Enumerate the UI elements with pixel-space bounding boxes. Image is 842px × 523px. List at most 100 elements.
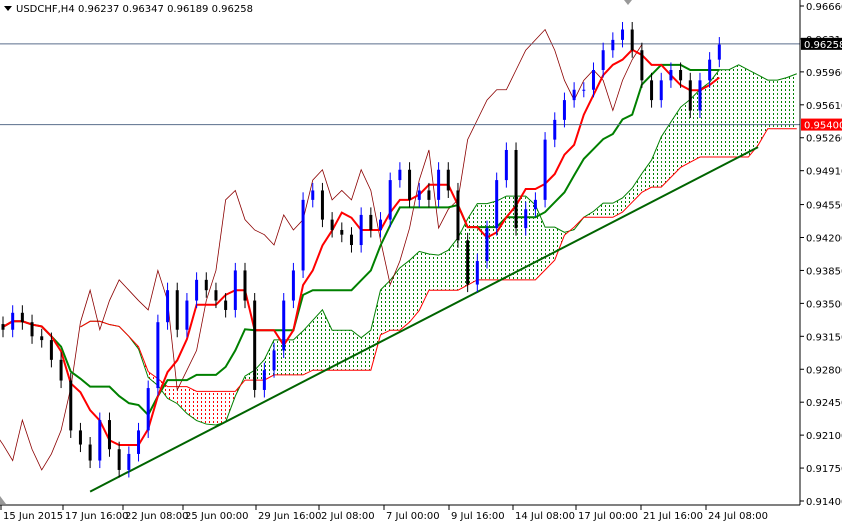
time-tick-label: 29 Jun 16:00 bbox=[258, 511, 322, 522]
time-tick-label: 17 Jul 00:00 bbox=[578, 511, 638, 522]
cloud-segment bbox=[729, 64, 739, 158]
time-tick-label: 21 Jul 16:00 bbox=[643, 511, 703, 522]
price-tick-label: 0.95260 bbox=[806, 134, 842, 145]
candle-body bbox=[214, 290, 218, 301]
candle-body bbox=[601, 50, 605, 70]
candle-body bbox=[504, 149, 508, 181]
candle-body bbox=[388, 180, 392, 220]
price-tick-label: 0.91400 bbox=[806, 497, 842, 508]
cloud-segment bbox=[777, 77, 788, 129]
candle-body bbox=[282, 300, 286, 351]
current-price-text: 0.96258 bbox=[804, 40, 842, 51]
candle-body bbox=[11, 312, 15, 330]
cloud-segment bbox=[787, 73, 797, 129]
candle-body bbox=[166, 290, 170, 323]
current-price-label: 0.96258 bbox=[801, 37, 842, 51]
time-tick-label: 17 Jun 16:00 bbox=[65, 511, 129, 522]
candle-body bbox=[185, 300, 189, 330]
candle-body bbox=[582, 89, 586, 91]
candle-body bbox=[311, 190, 315, 200]
cloud-segment bbox=[748, 69, 759, 158]
candle-body bbox=[369, 214, 373, 230]
level-price-text: 0.95400 bbox=[804, 121, 842, 132]
candle-body bbox=[359, 214, 363, 246]
chart-symbol: USDCHF,H4 bbox=[16, 4, 75, 15]
price-tick-label: 0.91750 bbox=[806, 464, 842, 475]
cloud-segment bbox=[603, 203, 613, 218]
candle-body bbox=[156, 322, 160, 389]
price-chart[interactable]: 0.966600.963100.959600.956100.952600.949… bbox=[0, 0, 842, 523]
candle-body bbox=[408, 169, 412, 200]
candle-body bbox=[640, 50, 644, 81]
time-tick-label: 14 Jul 08:00 bbox=[515, 511, 575, 522]
candle-body bbox=[650, 80, 654, 101]
candle-body bbox=[553, 119, 557, 140]
candle-body bbox=[243, 270, 247, 301]
candle-body bbox=[456, 190, 460, 241]
candle-body bbox=[611, 39, 615, 51]
cloud-segment bbox=[428, 253, 439, 291]
price-tick-label: 0.95960 bbox=[806, 68, 842, 79]
cloud-segment bbox=[399, 260, 410, 331]
price-tick-label: 0.92450 bbox=[806, 398, 842, 409]
candle-body bbox=[524, 209, 528, 229]
candle-body bbox=[514, 149, 518, 229]
level-price-label: 0.95400 bbox=[801, 118, 842, 132]
time-tick-label: 2 Jul 08:00 bbox=[321, 511, 375, 522]
time-tick-label: 24 Jul 08:00 bbox=[708, 511, 768, 522]
time-tick-label: 25 Jun 00:00 bbox=[185, 511, 249, 522]
candle-body bbox=[591, 69, 595, 90]
price-tick-label: 0.95610 bbox=[806, 101, 842, 112]
time-tick-label: 22 Jun 08:00 bbox=[125, 511, 189, 522]
candle-body bbox=[40, 336, 44, 341]
candle-body bbox=[291, 270, 295, 301]
candle-body bbox=[30, 322, 34, 337]
candle-body bbox=[466, 240, 470, 285]
candle-body bbox=[485, 228, 489, 262]
candle-body bbox=[562, 100, 566, 120]
candle-body bbox=[195, 279, 199, 301]
candle-body bbox=[117, 449, 121, 470]
cloud-segment bbox=[438, 250, 449, 291]
candle-body bbox=[437, 169, 441, 200]
candle-body bbox=[572, 89, 576, 101]
price-tick-label: 0.93850 bbox=[806, 266, 842, 277]
candle-body bbox=[543, 139, 547, 200]
candle-body bbox=[127, 453, 131, 470]
candle-body bbox=[349, 234, 353, 246]
price-tick-label: 0.92800 bbox=[806, 365, 842, 376]
candle-body bbox=[59, 359, 63, 381]
candle-body bbox=[427, 190, 431, 200]
cloud-segment bbox=[767, 80, 778, 129]
price-tick-label: 0.93500 bbox=[806, 299, 842, 310]
candle-body bbox=[669, 69, 673, 81]
candle-body bbox=[146, 388, 150, 431]
candle-body bbox=[495, 180, 499, 229]
time-tick-label: 7 Jul 00:00 bbox=[386, 511, 440, 522]
candle-body bbox=[659, 80, 663, 101]
candle-body bbox=[340, 229, 344, 235]
price-tick-label: 0.96660 bbox=[806, 2, 842, 13]
price-tick-label: 0.94550 bbox=[806, 201, 842, 212]
time-tick-label: 9 Jul 16:00 bbox=[451, 511, 505, 522]
candle-body bbox=[69, 380, 73, 431]
cloud-segment bbox=[738, 64, 749, 158]
candle-body bbox=[78, 430, 82, 445]
candle-body bbox=[630, 29, 634, 51]
candle-body bbox=[233, 270, 237, 310]
candle-body bbox=[204, 279, 208, 291]
candle-body bbox=[272, 350, 276, 371]
candle-body bbox=[717, 44, 721, 60]
candle-body bbox=[262, 370, 266, 390]
cloud-segment bbox=[719, 69, 729, 158]
candle-body bbox=[175, 290, 179, 330]
price-tick-label: 0.94200 bbox=[806, 234, 842, 245]
candle-body bbox=[98, 420, 102, 461]
candle-body bbox=[398, 169, 402, 181]
price-tick-label: 0.94910 bbox=[806, 167, 842, 178]
candle-body bbox=[320, 190, 324, 220]
candle-body bbox=[137, 430, 141, 454]
candle-body bbox=[417, 190, 421, 200]
cloud-segment bbox=[341, 330, 352, 371]
candle-body bbox=[446, 169, 450, 191]
